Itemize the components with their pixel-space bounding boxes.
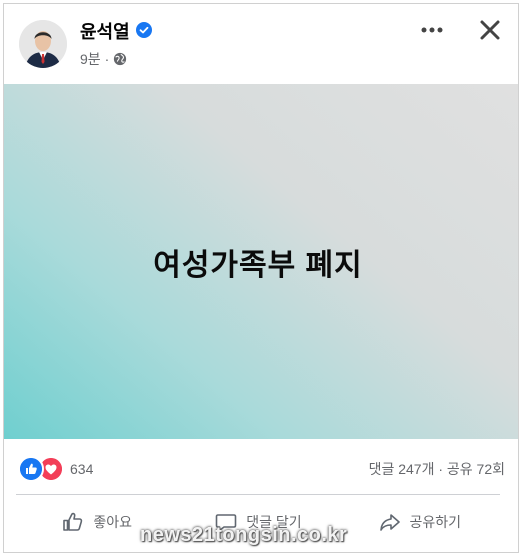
close-icon [480, 20, 500, 40]
post-time[interactable]: 9분 [80, 49, 101, 69]
comment-share-stats[interactable]: 댓글 247개 · 공유 72회 [369, 459, 505, 479]
more-icon [421, 27, 443, 33]
like-reaction-icon [18, 456, 44, 482]
more-options-button[interactable] [418, 18, 446, 42]
share-button[interactable]: 공유하기 [339, 500, 500, 544]
divider [16, 494, 500, 495]
post-content[interactable]: 여성가족부 폐지 [4, 84, 518, 439]
globe-icon[interactable] [113, 52, 127, 66]
share-button-label: 공유하기 [409, 514, 462, 530]
close-button[interactable] [474, 14, 506, 46]
watermark: news21tongsin.co.kr [140, 524, 348, 546]
avatar-image [19, 20, 67, 68]
author-name[interactable]: 윤석열 [80, 18, 130, 44]
reaction-count: 634 [70, 461, 94, 477]
avatar[interactable] [19, 20, 67, 68]
post-meta: 9분 · [80, 49, 127, 69]
post-text: 여성가족부 폐지 [153, 248, 363, 282]
meta-separator: · [104, 51, 110, 67]
reaction-summary[interactable]: 634 [18, 456, 93, 482]
thumbs-up-icon [63, 512, 83, 531]
verified-badge-icon [136, 22, 152, 38]
like-button-label: 좋아요 [93, 514, 132, 530]
share-icon [379, 514, 400, 531]
